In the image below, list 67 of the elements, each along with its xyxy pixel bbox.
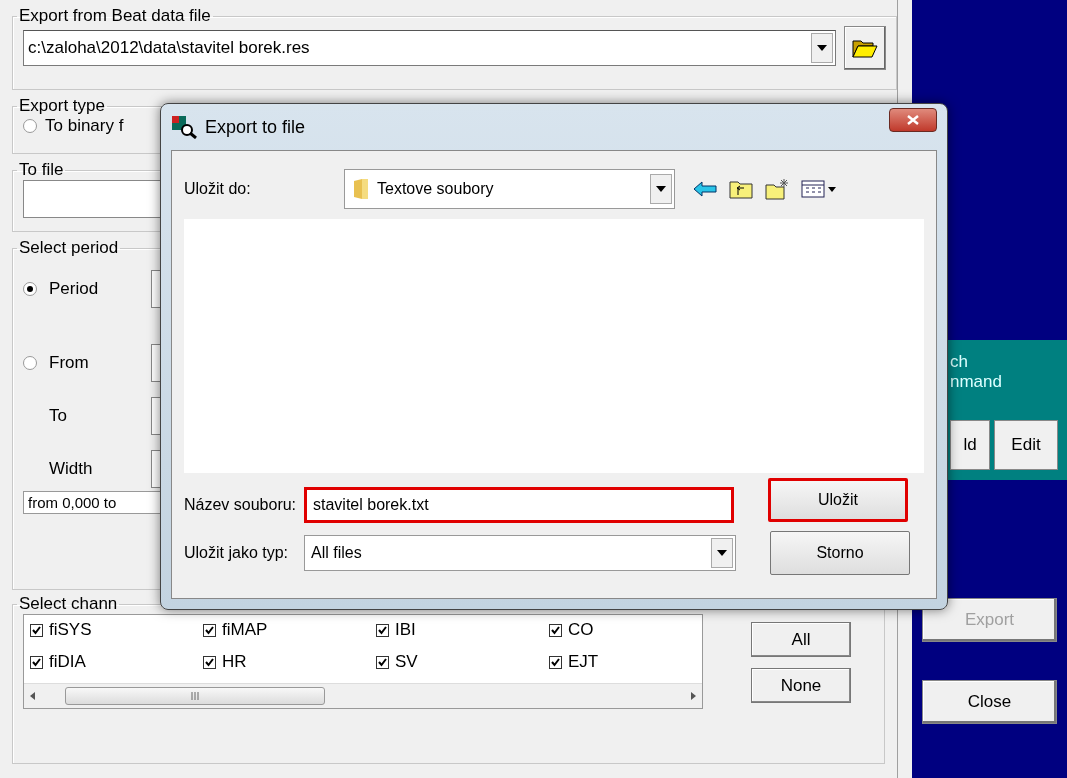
dropdown-button[interactable] [711, 538, 733, 568]
radio-label: To binary f [45, 116, 124, 136]
folder-combo[interactable]: Textove soubory [344, 169, 675, 209]
channel-label: EJT [568, 652, 599, 672]
view-menu-icon[interactable] [801, 179, 837, 199]
period-label: Period [49, 279, 100, 299]
file-name-label: Název souboru: [184, 496, 298, 514]
period-label: Width [49, 459, 94, 479]
channel-label: CO [568, 620, 594, 640]
radio-button[interactable] [23, 356, 37, 370]
checkbox[interactable] [203, 623, 216, 637]
group-label: Export type [18, 96, 106, 116]
select-button[interactable]: None [751, 668, 851, 703]
scrollbar-thumb[interactable] [65, 687, 325, 705]
select-button[interactable]: All [751, 622, 851, 657]
checkbox[interactable] [549, 655, 562, 669]
radio-button[interactable] [23, 119, 37, 133]
left-arrow-icon [30, 692, 35, 700]
right-arrow-icon [691, 692, 696, 700]
action-button[interactable]: Close [922, 680, 1057, 724]
save-in-label: Uložit do: [184, 180, 252, 198]
group-label: To file [18, 160, 65, 180]
channel-label: fiSYS [49, 620, 92, 640]
file-type-label: Uložit jako typ: [184, 544, 290, 562]
dropdown-button[interactable] [650, 174, 672, 204]
checkbox[interactable] [30, 655, 43, 669]
file-name-field[interactable]: stavitel borek.txt [304, 487, 734, 523]
channel-label: fiMAP [222, 620, 268, 640]
folder-icon [353, 178, 369, 200]
radio-button[interactable] [23, 282, 37, 296]
checkbox[interactable] [376, 623, 389, 637]
app-icon [171, 115, 197, 139]
back-arrow-icon[interactable] [693, 181, 717, 197]
folder-icon [852, 38, 878, 58]
channel-label: fiDIA [49, 652, 86, 672]
channel-label: HR [222, 652, 247, 672]
caret-icon [656, 186, 666, 192]
period-label: From [49, 353, 90, 373]
command-text: ch [949, 352, 969, 372]
group-label: Select period [18, 238, 120, 258]
command-button[interactable]: ld [950, 420, 990, 470]
grip-icon [190, 692, 200, 700]
close-icon [907, 115, 919, 125]
caret-icon [717, 550, 727, 556]
group-label: Select chann [18, 594, 119, 614]
dialog-title: Export to file [205, 116, 306, 138]
dialog-button[interactable]: Uložit [768, 478, 908, 522]
group-label: Export from Beat data file [18, 6, 212, 26]
checkbox[interactable] [376, 655, 389, 669]
channel-label: SV [395, 652, 418, 672]
checkbox[interactable] [203, 655, 216, 669]
open-folder-button[interactable] [844, 26, 886, 70]
caret-icon [817, 45, 827, 51]
channel-label: IBI [395, 620, 416, 640]
command-text: nmand [949, 372, 1003, 392]
dropdown-button[interactable] [811, 33, 833, 63]
close-button[interactable] [889, 108, 937, 132]
dialog-button[interactable]: Storno [770, 531, 910, 575]
command-button[interactable]: Edit [994, 420, 1058, 470]
new-folder-icon[interactable] [765, 178, 789, 200]
horizontal-scrollbar[interactable] [24, 683, 702, 708]
checkbox[interactable] [30, 623, 43, 637]
period-label: To [49, 406, 68, 426]
file-type-combo[interactable]: All files [304, 535, 736, 571]
file-path-combo[interactable]: c:\zaloha\2012\data\stavitel borek.res [23, 30, 836, 66]
up-folder-icon[interactable] [729, 179, 753, 199]
checkbox[interactable] [549, 623, 562, 637]
